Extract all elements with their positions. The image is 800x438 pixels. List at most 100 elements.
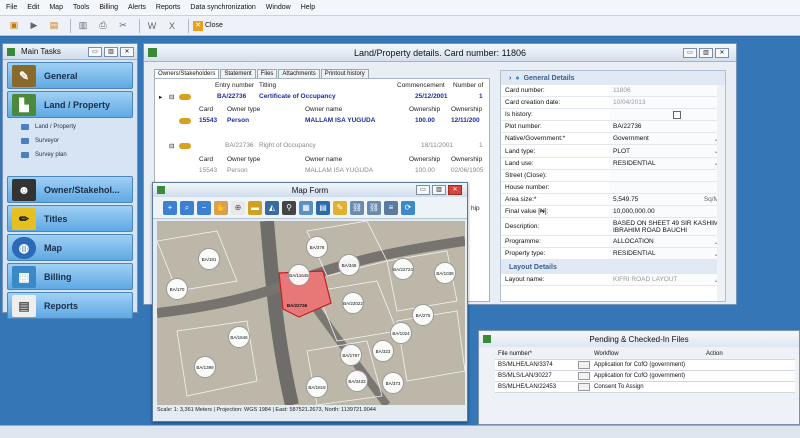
tab-files[interactable]: Files (256, 69, 278, 78)
pan-hand-icon[interactable]: ✋ (214, 200, 228, 215)
plot-label[interactable]: BA/1818 (306, 376, 328, 398)
maximize-button[interactable]: ▥ (104, 46, 118, 57)
expand-icon[interactable]: ⊟ (169, 93, 174, 101)
row-button[interactable] (578, 372, 590, 380)
col-action[interactable]: Action (703, 349, 795, 359)
area-icon[interactable]: ◭ (265, 200, 279, 215)
detail-field[interactable]: 10/04/2013 (609, 97, 725, 109)
col-number-of[interactable]: Number of (453, 82, 483, 89)
minimize-button[interactable]: ▭ (683, 48, 697, 58)
detail-field[interactable]: PLOT⌄ (609, 145, 725, 157)
detail-field[interactable]: RESIDENTIAL⌄ (609, 157, 725, 169)
menu-alerts[interactable]: Alerts (128, 4, 146, 11)
plot-label[interactable]: BA/1024 (390, 322, 412, 344)
col-ownership[interactable]: Ownership (409, 106, 440, 113)
ownership-date-value[interactable]: 12/11/200 (451, 117, 480, 124)
word-icon[interactable]: W (144, 19, 160, 33)
table-row[interactable]: BS/MLHE/LAN/22453 Consent To Assign (495, 382, 795, 393)
task-reports[interactable]: ▤ Reports (7, 292, 133, 319)
menu-reports[interactable]: Reports (156, 4, 181, 11)
general-details-header[interactable]: › ● General Details (501, 71, 725, 85)
number-value[interactable]: 1 (479, 93, 483, 100)
forward-icon[interactable]: ▶ (26, 19, 42, 33)
titling-value[interactable]: Right of Occupancy (259, 142, 316, 149)
col-card[interactable]: Card (199, 156, 213, 163)
commencement-value[interactable]: 18/11/2001 (421, 142, 453, 149)
task-map[interactable]: ◍ Map (7, 234, 133, 261)
layout-details-header[interactable]: Layout Details (501, 260, 725, 275)
close-window-button[interactable]: ✕ (120, 46, 134, 57)
menu-data-sync[interactable]: Data synchronization (190, 4, 255, 11)
menu-edit[interactable]: Edit (27, 4, 39, 11)
plot-label[interactable]: BA/345 (338, 254, 360, 276)
maximize-button[interactable]: ▥ (699, 48, 713, 58)
owner-card-value[interactable]: 15543 (199, 167, 217, 174)
task-owner-stakeholder[interactable]: ☻ Owner/Stakehol... (7, 176, 133, 203)
edit-icon[interactable]: ✎ (333, 200, 347, 215)
detail-field[interactable]: 11806 (609, 85, 725, 97)
action-cell[interactable] (703, 382, 795, 392)
action-cell[interactable] (703, 371, 795, 381)
owner-type-value[interactable]: Person (227, 117, 249, 124)
maximize-button[interactable]: ▥ (432, 185, 446, 195)
close-window-button[interactable]: ✕ (448, 185, 462, 195)
details-scrollbar[interactable] (717, 85, 725, 301)
tab-attachments[interactable]: Attachments (278, 69, 320, 78)
commencement-value[interactable]: 25/12/2001 (415, 93, 448, 100)
col-ownership-2[interactable]: Ownership (451, 156, 482, 163)
menu-map[interactable]: Map (49, 4, 63, 11)
col-owner-type[interactable]: Owner type (227, 106, 260, 113)
cut-icon[interactable]: ✂ (115, 19, 131, 33)
table-row[interactable]: BS/MLHE/LAN/3374 Application for CofO (go… (495, 360, 795, 371)
tab-statement[interactable]: Statement (220, 69, 256, 78)
plot-label[interactable]: BA/323 (372, 340, 394, 362)
plot-label[interactable]: BA/1399 (194, 356, 216, 378)
sub-item-survey-plan[interactable]: Survey plan (21, 148, 137, 162)
number-value[interactable]: 1 (479, 142, 483, 149)
detail-field[interactable]: ALLOCATION⌄ (609, 236, 725, 248)
detail-field[interactable]: RESIDENTIAL⌄ (609, 248, 725, 260)
menu-tools[interactable]: Tools (73, 4, 89, 11)
plot-label[interactable]: BA/373 (382, 372, 404, 394)
col-ownership-2[interactable]: Ownership (451, 106, 482, 113)
plot-label[interactable]: BA/378 (306, 236, 328, 258)
task-general[interactable]: ✎ General (7, 62, 133, 89)
row-button[interactable] (578, 383, 590, 391)
menu-billing[interactable]: Billing (99, 4, 118, 11)
close-button[interactable]: ✕ Close (193, 20, 223, 31)
detail-field[interactable]: BASED ON SHEET 49 SIR KASHIM IBRAHIM ROA… (609, 218, 725, 236)
list-icon[interactable]: ≡ (384, 200, 398, 215)
plot-label[interactable]: BA/1038 (434, 262, 456, 284)
plot-label[interactable]: BA/275 (412, 304, 434, 326)
ownership-value[interactable]: 100.00 (415, 167, 435, 174)
owner-type-value[interactable]: Person (227, 167, 248, 174)
layers-icon[interactable]: ▤ (316, 200, 330, 215)
plot-label[interactable]: BA/22724 (392, 258, 414, 280)
menu-help[interactable]: Help (301, 4, 315, 11)
excel-icon[interactable]: X (164, 19, 180, 33)
col-owner-type[interactable]: Owner type (227, 156, 260, 163)
detail-field[interactable]: Government⌄ (609, 133, 725, 145)
minimize-button[interactable]: ▭ (88, 46, 102, 57)
action-cell[interactable] (703, 360, 795, 370)
row-button[interactable] (578, 361, 590, 369)
plot-label[interactable]: BA/181 (198, 248, 220, 270)
map-canvas[interactable]: BA/181 BA/378 BA/345 BA/22724 BA/11645 BA/103… (157, 221, 465, 405)
sub-item-surveyor[interactable]: Surveyor (21, 134, 137, 148)
menu-file[interactable]: File (6, 4, 17, 11)
task-billing[interactable]: ▦ Billing (7, 263, 133, 290)
table-row[interactable]: BS/MLS/LAN/30227 Application for CofO (go… (495, 371, 795, 382)
ownership-date-value[interactable]: 02/06/1905 (451, 167, 484, 174)
col-commencement[interactable]: Commencement (397, 82, 445, 89)
entry-number-value[interactable]: BA/22736 (225, 142, 254, 149)
detail-field[interactable]: 5,549.75 Sq/M (609, 193, 725, 205)
col-file-number[interactable]: File number* (495, 349, 577, 359)
task-land-property[interactable]: ▙ Land / Property (7, 91, 133, 118)
plot-label[interactable]: BA/11645 (288, 264, 310, 286)
new-icon[interactable]: ▣ (6, 19, 22, 33)
detail-field[interactable] (609, 169, 725, 181)
minimize-button[interactable]: ▭ (416, 185, 430, 195)
zoom-in-icon[interactable]: + (163, 200, 177, 215)
close-window-button[interactable]: ✕ (715, 48, 729, 58)
col-owner-name[interactable]: Owner name (305, 106, 342, 113)
